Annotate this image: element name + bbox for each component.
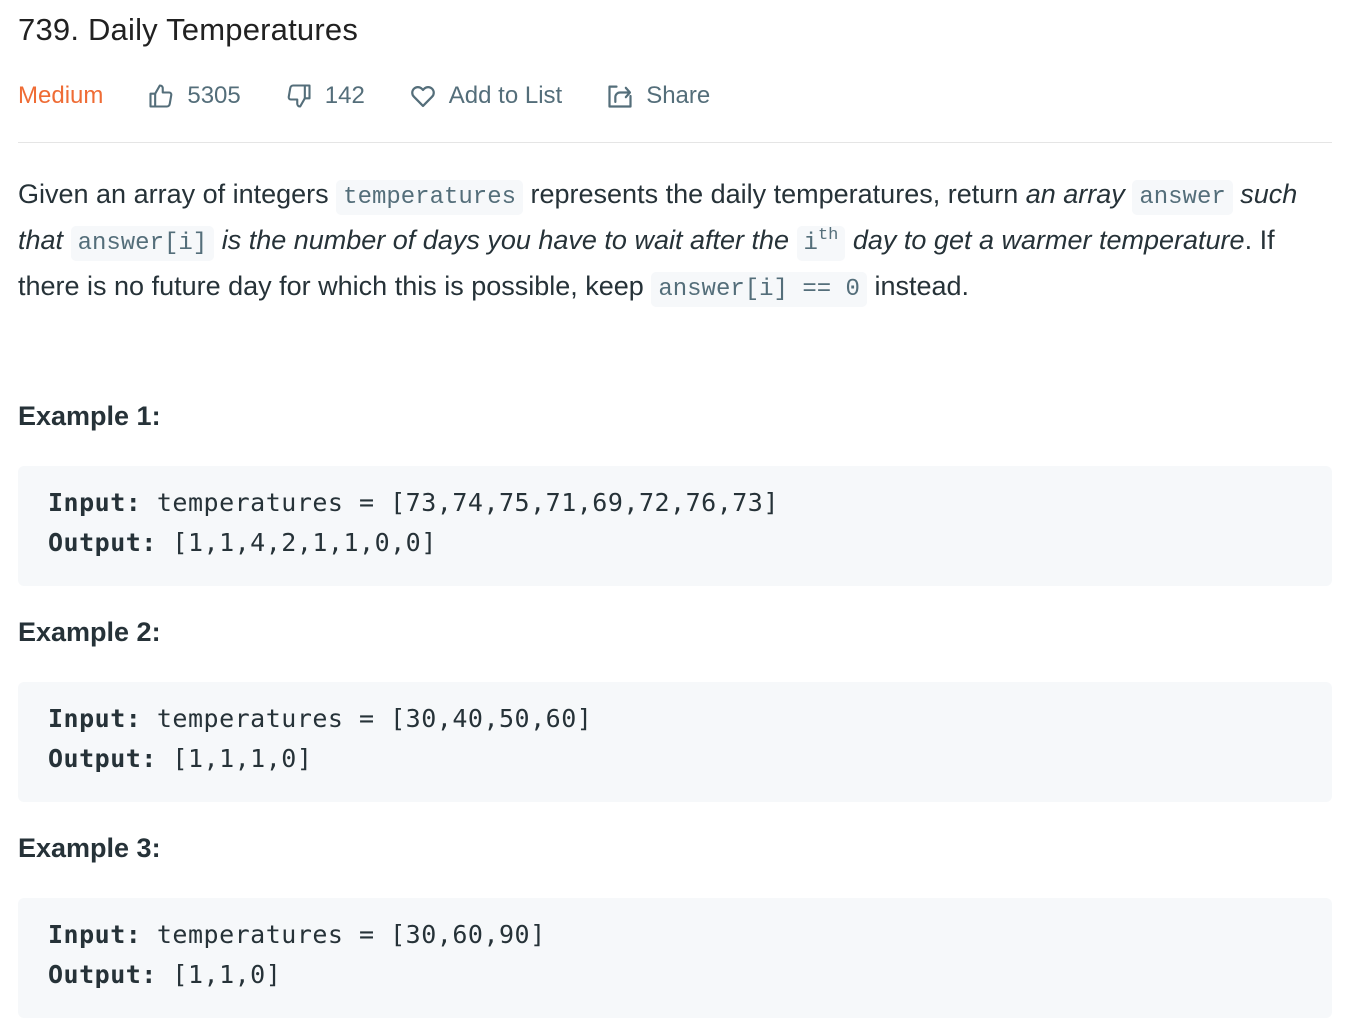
input-label: Input: bbox=[48, 488, 142, 517]
share-label: Share bbox=[646, 82, 711, 109]
example-3-title: Example 3: bbox=[18, 833, 161, 863]
inline-code: answer[i] bbox=[70, 226, 215, 261]
example-input-line: Input: temperatures = [30,60,90] bbox=[48, 920, 546, 949]
add-to-list-label: Add to List bbox=[448, 82, 563, 109]
dislike-button[interactable]: 142 bbox=[285, 82, 365, 110]
problem-description: Given an array of integers temperatures … bbox=[18, 173, 1332, 311]
output-value: [1,1,0] bbox=[156, 960, 282, 989]
example-2-block: Input: temperatures = [30,40,50,60] Outp… bbox=[18, 682, 1332, 802]
problem-title: 739. Daily Temperatures bbox=[18, 12, 359, 47]
inline-code-superscript: ith bbox=[796, 226, 846, 261]
input-value: temperatures = [30,40,50,60] bbox=[141, 704, 593, 733]
desc-emphasis: day to get a warmer temperature bbox=[852, 225, 1245, 255]
example-output-line: Output: [1,1,4,2,1,1,0,0] bbox=[48, 528, 437, 557]
code-sup: th bbox=[817, 226, 839, 245]
share-button[interactable]: Share bbox=[606, 82, 710, 110]
example-1-block: Input: temperatures = [73,74,75,71,69,72… bbox=[18, 466, 1332, 586]
code-base: i bbox=[803, 230, 818, 257]
desc-text: Given an array of integers bbox=[18, 179, 337, 209]
example-1-title: Example 1: bbox=[18, 401, 161, 431]
inline-code: temperatures bbox=[336, 180, 523, 215]
output-label: Output: bbox=[48, 744, 157, 773]
input-value: temperatures = [73,74,75,71,69,72,76,73] bbox=[141, 488, 779, 517]
divider bbox=[18, 142, 1332, 143]
like-count: 5305 bbox=[187, 82, 241, 109]
thumbs-down-icon bbox=[287, 84, 311, 108]
dislike-count: 142 bbox=[324, 82, 365, 109]
input-label: Input: bbox=[48, 920, 142, 949]
desc-text: represents the daily temperatures, retur… bbox=[523, 179, 1026, 209]
example-input-line: Input: temperatures = [73,74,75,71,69,72… bbox=[48, 488, 779, 517]
difficulty-badge: Medium bbox=[18, 82, 104, 109]
thumbs-up-icon bbox=[149, 84, 173, 108]
add-to-list-button[interactable]: Add to List bbox=[409, 82, 562, 110]
desc-emphasis: is the number of days you have to wait a… bbox=[221, 225, 790, 255]
like-button[interactable]: 5305 bbox=[147, 82, 241, 110]
problem-meta-bar: Medium 5305 142 Add to List Share bbox=[18, 78, 754, 114]
example-input-line: Input: temperatures = [30,40,50,60] bbox=[48, 704, 592, 733]
output-value: [1,1,1,0] bbox=[156, 744, 313, 773]
example-2-title: Example 2: bbox=[18, 617, 161, 647]
inline-code: answer[i] == 0 bbox=[651, 272, 867, 307]
heart-icon bbox=[411, 86, 435, 108]
example-3-block: Input: temperatures = [30,60,90] Output:… bbox=[18, 898, 1332, 1018]
output-label: Output: bbox=[48, 960, 157, 989]
share-icon bbox=[608, 85, 632, 108]
example-output-line: Output: [1,1,0] bbox=[48, 960, 281, 989]
input-label: Input: bbox=[48, 704, 142, 733]
desc-emphasis: an array bbox=[1025, 179, 1125, 209]
output-label: Output: bbox=[48, 528, 157, 557]
desc-text: instead. bbox=[866, 271, 970, 301]
example-output-line: Output: [1,1,1,0] bbox=[48, 744, 312, 773]
output-value: [1,1,4,2,1,1,0,0] bbox=[156, 528, 437, 557]
inline-code: answer bbox=[1132, 180, 1233, 215]
input-value: temperatures = [30,60,90] bbox=[141, 920, 546, 949]
